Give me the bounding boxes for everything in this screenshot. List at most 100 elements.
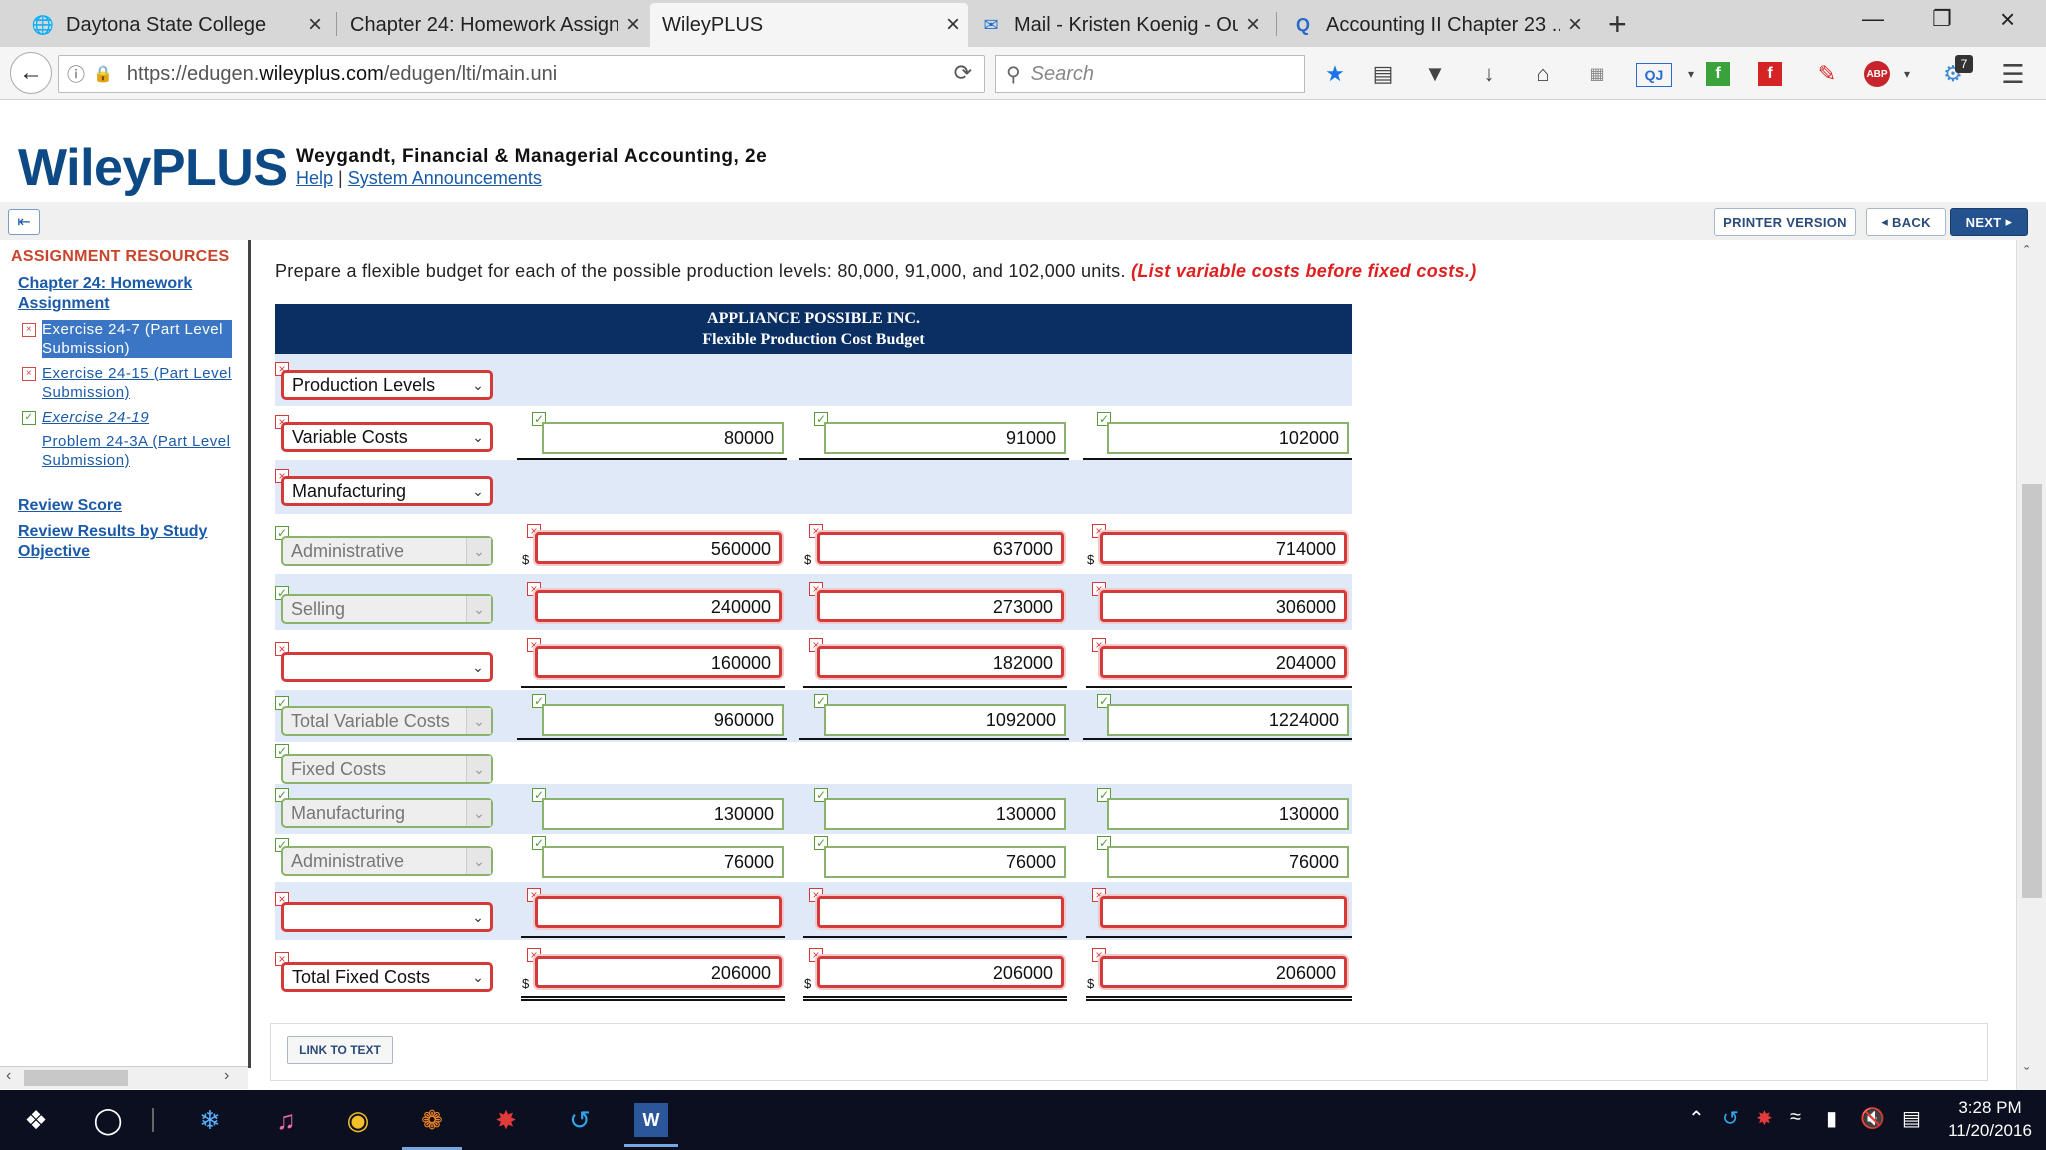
system-clock[interactable]: 3:28 PM 11/20/2016 (1940, 1096, 2040, 1142)
printer-version-button[interactable]: PRINTER VERSION (1714, 208, 1856, 236)
windows-start-icon[interactable]: ❖ (16, 1100, 56, 1140)
browser-tab-wileyplus[interactable]: WileyPLUS × (650, 3, 968, 47)
close-tab-icon[interactable]: × (618, 11, 648, 39)
security-tray-icon[interactable]: ✸ (1756, 1106, 1773, 1131)
dropdown-arrow-icon[interactable]: ▾ (1676, 59, 1706, 89)
amount-input[interactable]: 273000 (817, 590, 1064, 622)
address-bar[interactable]: ⓘ 🔒 https://edugen.wileyplus.com/edugen/… (58, 55, 985, 93)
home-icon[interactable]: ⌂ (1528, 59, 1558, 89)
amount-input[interactable]: 102000 (1107, 422, 1349, 454)
back-button[interactable]: ◂ BACK (1866, 208, 1946, 236)
amount-input[interactable]: 714000 (1100, 532, 1347, 564)
close-tab-icon[interactable]: × (300, 11, 330, 39)
itunes-icon[interactable]: ♫ (266, 1100, 306, 1140)
ccleaner-icon[interactable]: ↺ (560, 1100, 600, 1140)
adblock-icon[interactable]: ABP (1864, 61, 1890, 87)
row-label-select[interactable]: Administrative ⌄ (281, 536, 493, 566)
download-icon[interactable]: ↓ (1474, 59, 1504, 89)
action-center-icon[interactable]: ▤ (1902, 1106, 1921, 1131)
row-label-select[interactable]: Administrative ⌄ (281, 846, 493, 876)
amount-input[interactable]: 91000 (824, 422, 1066, 454)
row-label-select[interactable]: Production Levels ⌄ (281, 370, 493, 400)
browser-tab-chapter24[interactable]: Chapter 24: Homework Assign... × (338, 3, 648, 47)
amount-input[interactable]: 1224000 (1107, 704, 1349, 736)
cortana-icon[interactable]: ◯ (88, 1100, 128, 1140)
close-tab-icon[interactable]: × (1238, 11, 1268, 39)
browser-tab-daytona[interactable]: 🌐 Daytona State College × (20, 3, 330, 47)
sidebar-item-exercise-24-19[interactable]: ✓ Exercise 24-19 (22, 408, 232, 427)
amount-input[interactable]: 80000 (542, 422, 784, 454)
row-label-select[interactable]: Manufacturing ⌄ (281, 798, 493, 828)
tray-expand-icon[interactable]: ⌃ (1688, 1106, 1705, 1131)
wileyplus-logo[interactable]: WileyPLUS (18, 138, 288, 198)
amount-input[interactable]: 182000 (817, 646, 1064, 678)
flash-icon[interactable]: f (1758, 62, 1782, 86)
chapter-link[interactable]: Chapter 24: Homework Assignment (18, 274, 228, 314)
wifi-icon[interactable]: ≈ (1790, 1106, 1801, 1129)
amount-input[interactable]: 130000 (1107, 798, 1349, 830)
link-to-text-button[interactable]: LINK TO TEXT (287, 1036, 393, 1064)
qj-extension-icon[interactable]: QJ (1636, 63, 1672, 87)
ccleaner-tray-icon[interactable]: ↺ (1722, 1106, 1739, 1131)
amount-input[interactable]: 130000 (542, 798, 784, 830)
dropdown-arrow-icon[interactable]: ▾ (1892, 59, 1922, 89)
amount-input[interactable]: 76000 (824, 846, 1066, 878)
pdf-icon[interactable]: ✎ (1812, 59, 1842, 89)
collapse-sidebar-icon[interactable]: ⇤ (8, 209, 40, 235)
next-button[interactable]: NEXT ▸ (1950, 208, 2028, 236)
feedly-icon[interactable]: f (1706, 62, 1730, 86)
battery-icon[interactable]: ▮ (1826, 1106, 1837, 1131)
menu-icon[interactable]: ☰ (1998, 59, 2028, 89)
amount-input[interactable]: 637000 (817, 532, 1064, 564)
amount-input[interactable]: 206000 (817, 956, 1064, 988)
reload-icon[interactable]: ⟳ (954, 60, 972, 86)
sidebar-item-exercise-24-7[interactable]: × Exercise 24-7 (Part Level Submission) (22, 320, 232, 358)
amount-input[interactable]: 160000 (535, 646, 782, 678)
amount-input[interactable]: 206000 (1100, 956, 1347, 988)
word-icon[interactable]: W (624, 1103, 678, 1147)
amount-input[interactable]: 960000 (542, 704, 784, 736)
row-label-select[interactable]: Selling ⌄ (281, 594, 493, 624)
extension-icon[interactable]: ▦ (1582, 59, 1612, 89)
restore-icon[interactable]: ❐ (1932, 6, 1952, 32)
amount-input[interactable] (535, 896, 782, 928)
scroll-up-icon[interactable]: ˆ (2024, 244, 2029, 262)
firefox-icon[interactable]: ❁ (402, 1100, 462, 1150)
reading-list-icon[interactable]: ▤ (1368, 59, 1398, 89)
minimize-icon[interactable]: — (1862, 6, 1884, 32)
main-vertical-scrollbar[interactable]: ˆ ˇ (2016, 240, 2046, 1090)
sidebar-item-problem-24-3a[interactable]: Problem 24-3A (Part Level Submission) (22, 432, 232, 470)
amount-input[interactable]: 76000 (542, 846, 784, 878)
review-score-link[interactable]: Review Score (18, 496, 228, 516)
pocket-icon[interactable]: ▼ (1420, 59, 1450, 89)
review-results-link[interactable]: Review Results by Study Objective (18, 522, 228, 562)
help-link[interactable]: Help (296, 168, 333, 188)
amount-input[interactable]: 240000 (535, 590, 782, 622)
bookmark-star-icon[interactable]: ★ (1320, 59, 1350, 89)
row-label-select[interactable]: ⌄ (281, 652, 493, 682)
scroll-down-icon[interactable]: ˇ (2024, 1066, 2029, 1084)
new-tab-icon[interactable]: + (1608, 6, 1627, 43)
amount-input[interactable]: 76000 (1107, 846, 1349, 878)
safari-icon[interactable]: ❄ (190, 1100, 230, 1140)
scroll-left-icon[interactable]: ‹ (6, 1067, 11, 1085)
sidebar-horizontal-scrollbar[interactable]: ‹ › (0, 1066, 248, 1089)
amount-input[interactable]: 204000 (1100, 646, 1347, 678)
app-icon[interactable]: ✸ (486, 1100, 526, 1140)
system-announcements-link[interactable]: System Announcements (348, 168, 542, 188)
scrollbar-thumb[interactable] (24, 1070, 128, 1086)
close-tab-icon[interactable]: × (1560, 11, 1590, 39)
sidebar-item-exercise-24-15[interactable]: × Exercise 24-15 (Part Level Submission) (22, 364, 232, 402)
amount-input[interactable]: 1092000 (824, 704, 1066, 736)
volume-muted-icon[interactable]: 🔇 (1860, 1106, 1885, 1131)
row-label-select[interactable]: Fixed Costs ⌄ (281, 754, 493, 784)
chrome-icon[interactable]: ◉ (338, 1100, 378, 1140)
row-label-select[interactable]: Total Variable Costs ⌄ (281, 706, 493, 736)
scrollbar-thumb[interactable] (2022, 484, 2042, 898)
amount-input[interactable]: 130000 (824, 798, 1066, 830)
close-window-icon[interactable]: × (2000, 4, 2015, 35)
amount-input[interactable]: 306000 (1100, 590, 1347, 622)
browser-tab-mail[interactable]: ✉ Mail - Kristen Koenig - Ou... × (968, 3, 1268, 47)
row-label-select[interactable]: Total Fixed Costs ⌄ (281, 962, 493, 992)
row-label-select[interactable]: Variable Costs ⌄ (281, 422, 493, 452)
